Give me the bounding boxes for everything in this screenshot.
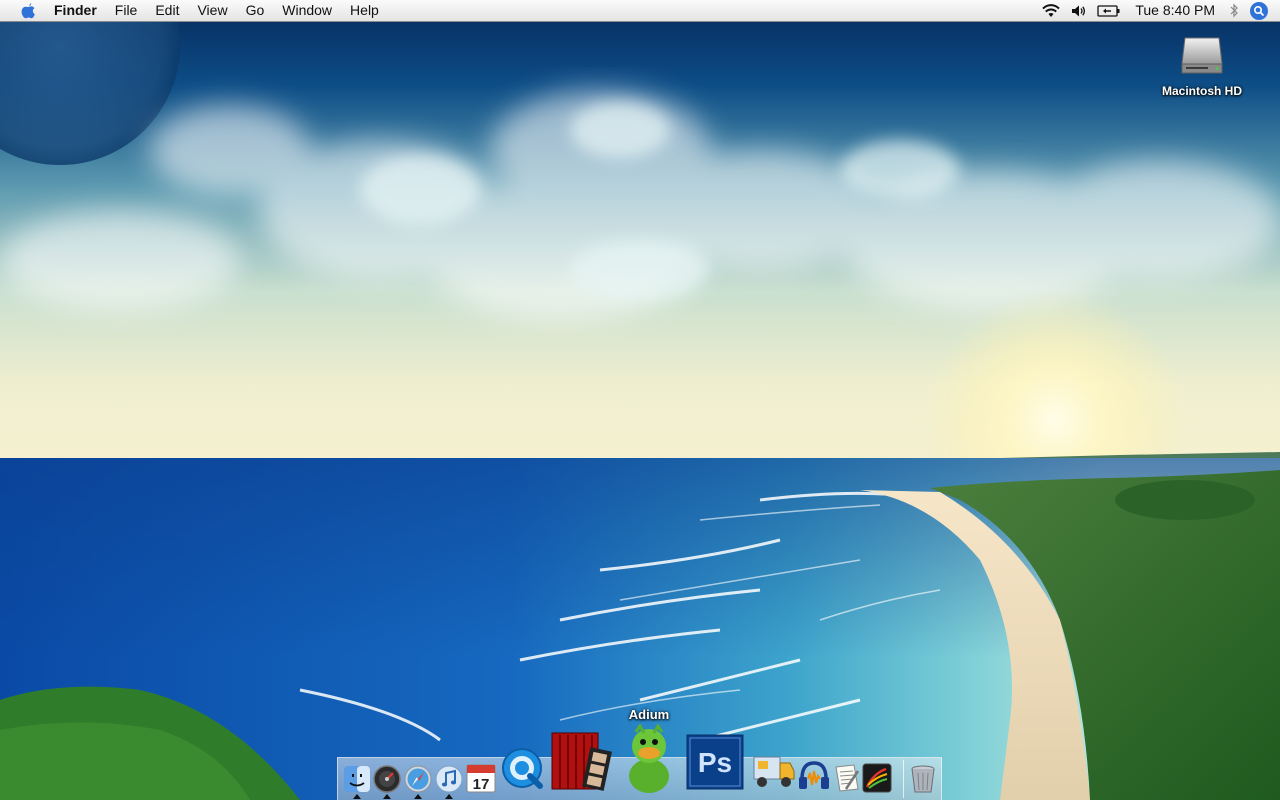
apple-menu-icon[interactable] (16, 0, 40, 21)
hard-drive-icon[interactable] (1177, 30, 1227, 80)
running-indicator (445, 794, 453, 799)
menu-help[interactable]: Help (341, 0, 388, 21)
desktop-wallpaper (0, 0, 1280, 800)
running-indicator (353, 794, 361, 799)
audacity-icon[interactable] (797, 759, 831, 793)
quicktime-icon[interactable] (500, 746, 546, 792)
menu-app-finder[interactable]: Finder (52, 0, 106, 21)
wifi-icon[interactable] (1041, 0, 1061, 21)
menu-view[interactable]: View (188, 0, 236, 21)
transmit-icon[interactable] (750, 745, 796, 791)
photoshop-icon[interactable]: Ps (686, 734, 744, 790)
adium-icon[interactable] (624, 724, 674, 794)
dock-separator (903, 760, 904, 798)
volume-icon[interactable] (1071, 0, 1087, 21)
finder-icon[interactable] (343, 765, 371, 793)
photo-booth-icon[interactable] (550, 731, 612, 793)
battery-icon[interactable] (1097, 0, 1121, 21)
desktop-icon-label: Macintosh HD (1161, 84, 1242, 98)
running-indicator (383, 794, 391, 799)
ilife-app-icon[interactable] (862, 763, 892, 793)
menu-bar: Finder File Edit View Go Window Help Tue… (0, 0, 1280, 22)
menu-go[interactable]: Go (237, 0, 274, 21)
itunes-icon[interactable] (435, 765, 463, 793)
safari-icon[interactable] (404, 765, 432, 793)
spotlight-icon[interactable] (1250, 1, 1268, 20)
menu-edit[interactable]: Edit (146, 0, 188, 21)
ical-icon[interactable]: 17 (466, 763, 496, 793)
menu-window[interactable]: Window (273, 0, 341, 21)
bluetooth-icon[interactable] (1229, 0, 1239, 21)
dashboard-icon[interactable] (373, 765, 401, 793)
ical-date: 17 (473, 776, 490, 793)
menu-file[interactable]: File (106, 0, 147, 21)
photoshop-label: Ps (698, 747, 732, 778)
running-indicator (414, 794, 422, 799)
textedit-icon[interactable] (832, 763, 862, 793)
dock-tooltip: Adium (628, 707, 670, 722)
desktop-icon-macintosh-hd[interactable]: Macintosh HD (1152, 30, 1252, 98)
menubar-clock[interactable]: Tue 8:40 PM (1126, 0, 1224, 21)
trash-icon[interactable] (909, 764, 937, 794)
